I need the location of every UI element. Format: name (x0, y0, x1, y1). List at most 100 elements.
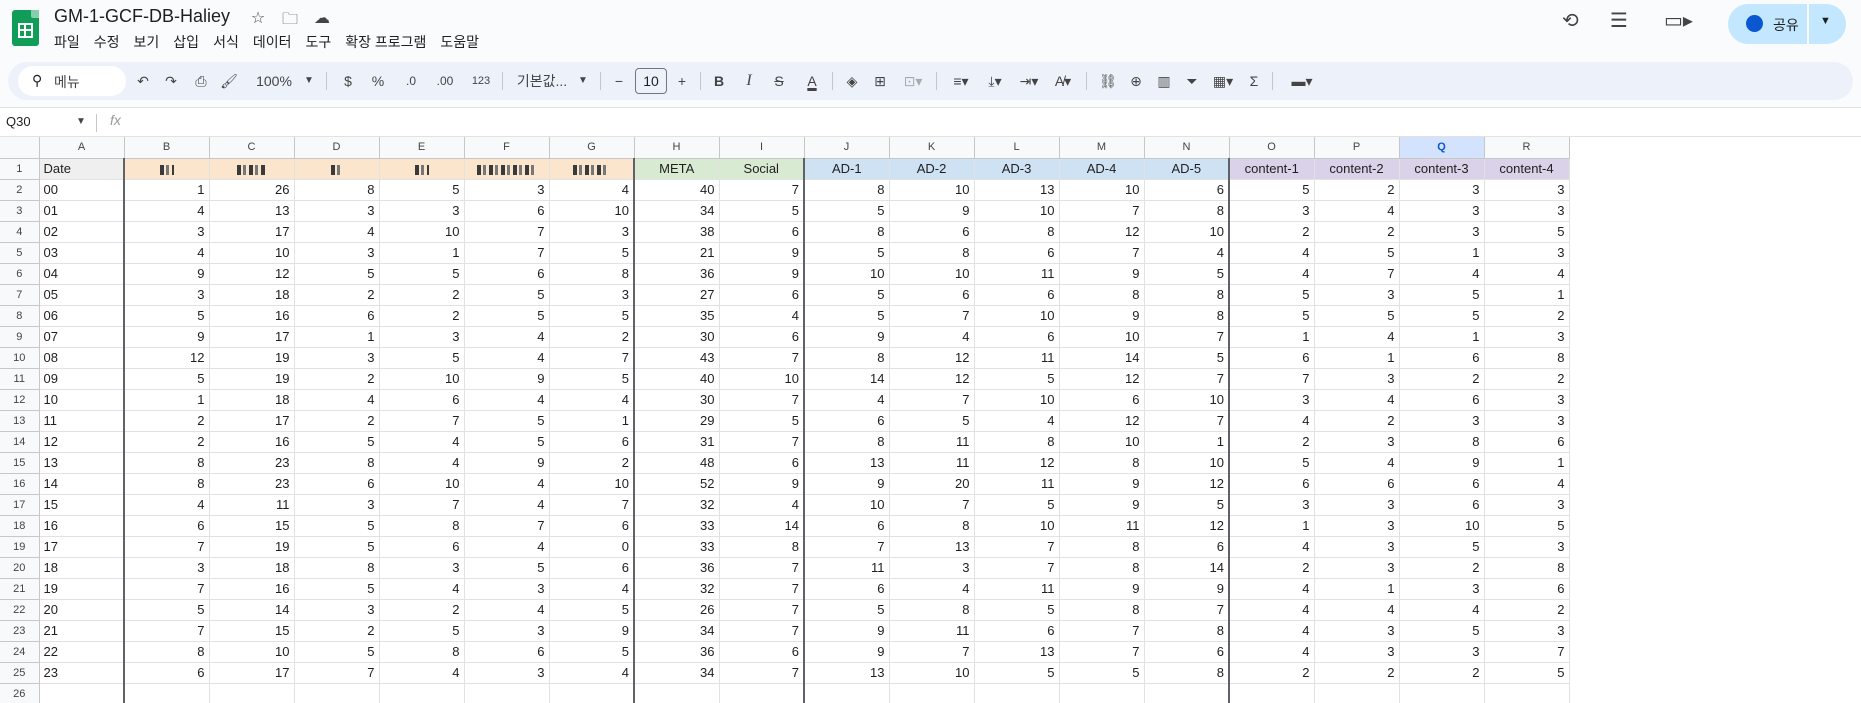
column-header[interactable]: C (209, 137, 295, 159)
cell[interactable]: 5 (1144, 347, 1230, 369)
paint-format-icon[interactable]: 🖌 (218, 62, 240, 100)
header-cell[interactable] (379, 158, 465, 180)
row-header[interactable]: 13 (0, 410, 40, 432)
cell[interactable] (974, 683, 1060, 703)
cell[interactable] (379, 683, 465, 703)
cell[interactable]: 6 (549, 431, 635, 453)
cell[interactable]: 3 (464, 578, 550, 600)
cell[interactable]: 6 (464, 263, 550, 285)
cell[interactable]: 4 (464, 494, 550, 516)
cell[interactable]: 8 (1144, 662, 1230, 684)
font-size-decrease-button[interactable]: − (610, 62, 628, 100)
cell[interactable]: 5 (464, 410, 550, 432)
cell[interactable]: 5 (549, 305, 635, 327)
cell[interactable]: 12 (974, 452, 1060, 474)
cell[interactable]: 3 (1228, 389, 1315, 411)
cell[interactable]: 32 (633, 578, 720, 600)
cell[interactable]: 27 (633, 284, 720, 306)
cell[interactable]: 2 (1314, 662, 1400, 684)
cell[interactable]: 03 (39, 242, 125, 264)
cell[interactable]: 7 (1144, 368, 1230, 390)
menu-item[interactable]: 파일 (54, 32, 88, 52)
header-cell[interactable] (209, 158, 295, 180)
document-title[interactable]: GM-1-GCF-DB-Haliey (54, 6, 230, 27)
cell[interactable]: 5 (1228, 284, 1315, 306)
cell[interactable]: 5 (464, 557, 550, 579)
cell[interactable]: 2 (294, 410, 380, 432)
cell[interactable]: 7 (719, 557, 805, 579)
column-header[interactable]: H (634, 137, 720, 159)
cell[interactable]: 9 (549, 620, 635, 642)
cell[interactable]: 7 (1059, 200, 1145, 222)
cell[interactable]: 7 (1314, 263, 1400, 285)
cell[interactable]: 40 (633, 368, 720, 390)
cell[interactable]: 6 (1228, 347, 1315, 369)
header-cell[interactable]: content-2 (1314, 158, 1400, 180)
cell[interactable]: 3 (1399, 578, 1485, 600)
comments-icon[interactable]: ☰ (1610, 8, 1628, 33)
cell[interactable] (1484, 683, 1570, 703)
cell[interactable]: 1 (294, 326, 380, 348)
cell[interactable]: 18 (39, 557, 125, 579)
cell[interactable]: 12 (39, 431, 125, 453)
cell[interactable]: 4 (549, 389, 635, 411)
menu-item[interactable]: 데이터 (253, 32, 300, 52)
cell[interactable]: 5 (974, 494, 1060, 516)
print-icon[interactable]: ⎙ (190, 62, 212, 100)
menu-item[interactable]: 서식 (213, 32, 247, 52)
cell[interactable]: 5 (123, 599, 210, 621)
cell[interactable]: 31 (633, 431, 720, 453)
header-cell[interactable]: AD-3 (974, 158, 1060, 180)
cell[interactable]: 7 (974, 536, 1060, 558)
cell[interactable]: 6 (294, 305, 380, 327)
cell[interactable]: 5 (549, 641, 635, 663)
cell[interactable]: 6 (803, 515, 890, 537)
cell[interactable]: 11 (889, 620, 975, 642)
cell[interactable]: 8 (294, 452, 380, 474)
cell[interactable]: 5 (1399, 305, 1485, 327)
cell[interactable]: 12 (1059, 368, 1145, 390)
cell[interactable]: 5 (1059, 662, 1145, 684)
cell[interactable]: 1 (1484, 452, 1570, 474)
cell[interactable]: 2 (1399, 368, 1485, 390)
cell[interactable]: 17 (209, 221, 295, 243)
cell[interactable]: 0 (549, 536, 635, 558)
cell[interactable]: 5 (1228, 179, 1315, 201)
cell[interactable]: 4 (379, 662, 465, 684)
increase-decimal-button[interactable]: .00 (432, 62, 458, 100)
cell[interactable]: 17 (209, 662, 295, 684)
cell[interactable]: 3 (379, 200, 465, 222)
cell[interactable]: 6 (123, 515, 210, 537)
row-header[interactable]: 9 (0, 326, 40, 348)
cell[interactable]: 10 (379, 473, 465, 495)
cell[interactable]: 30 (633, 389, 720, 411)
cell[interactable] (549, 683, 635, 703)
cell[interactable]: 4 (1314, 200, 1400, 222)
cell[interactable]: 9 (719, 473, 805, 495)
zoom-select[interactable]: 100% (252, 62, 296, 100)
cell[interactable]: 10 (889, 179, 975, 201)
cell[interactable]: 8 (1059, 599, 1145, 621)
cell[interactable]: 6 (719, 326, 805, 348)
cell[interactable]: 01 (39, 200, 125, 222)
cell[interactable]: 14 (39, 473, 125, 495)
cell[interactable]: 33 (633, 536, 720, 558)
cell[interactable]: 6 (719, 221, 805, 243)
cell[interactable]: 17 (209, 410, 295, 432)
cell[interactable]: 10 (803, 263, 890, 285)
vertical-align-icon[interactable]: ⤓▾ (980, 62, 1010, 100)
cell[interactable]: 8 (803, 221, 890, 243)
header-cell[interactable] (464, 158, 550, 180)
cell[interactable]: 5 (1484, 662, 1570, 684)
header-cell[interactable]: AD-4 (1059, 158, 1145, 180)
cell[interactable]: 5 (719, 410, 805, 432)
column-header[interactable]: R (1484, 137, 1570, 159)
cell[interactable]: 3 (1314, 284, 1400, 306)
cell[interactable]: 13 (803, 662, 890, 684)
cell[interactable]: 4 (379, 578, 465, 600)
cell[interactable]: 3 (1484, 179, 1570, 201)
cell[interactable]: 8 (889, 242, 975, 264)
cell[interactable]: 4 (1399, 599, 1485, 621)
cell[interactable]: 18 (209, 284, 295, 306)
column-header[interactable]: D (294, 137, 380, 159)
